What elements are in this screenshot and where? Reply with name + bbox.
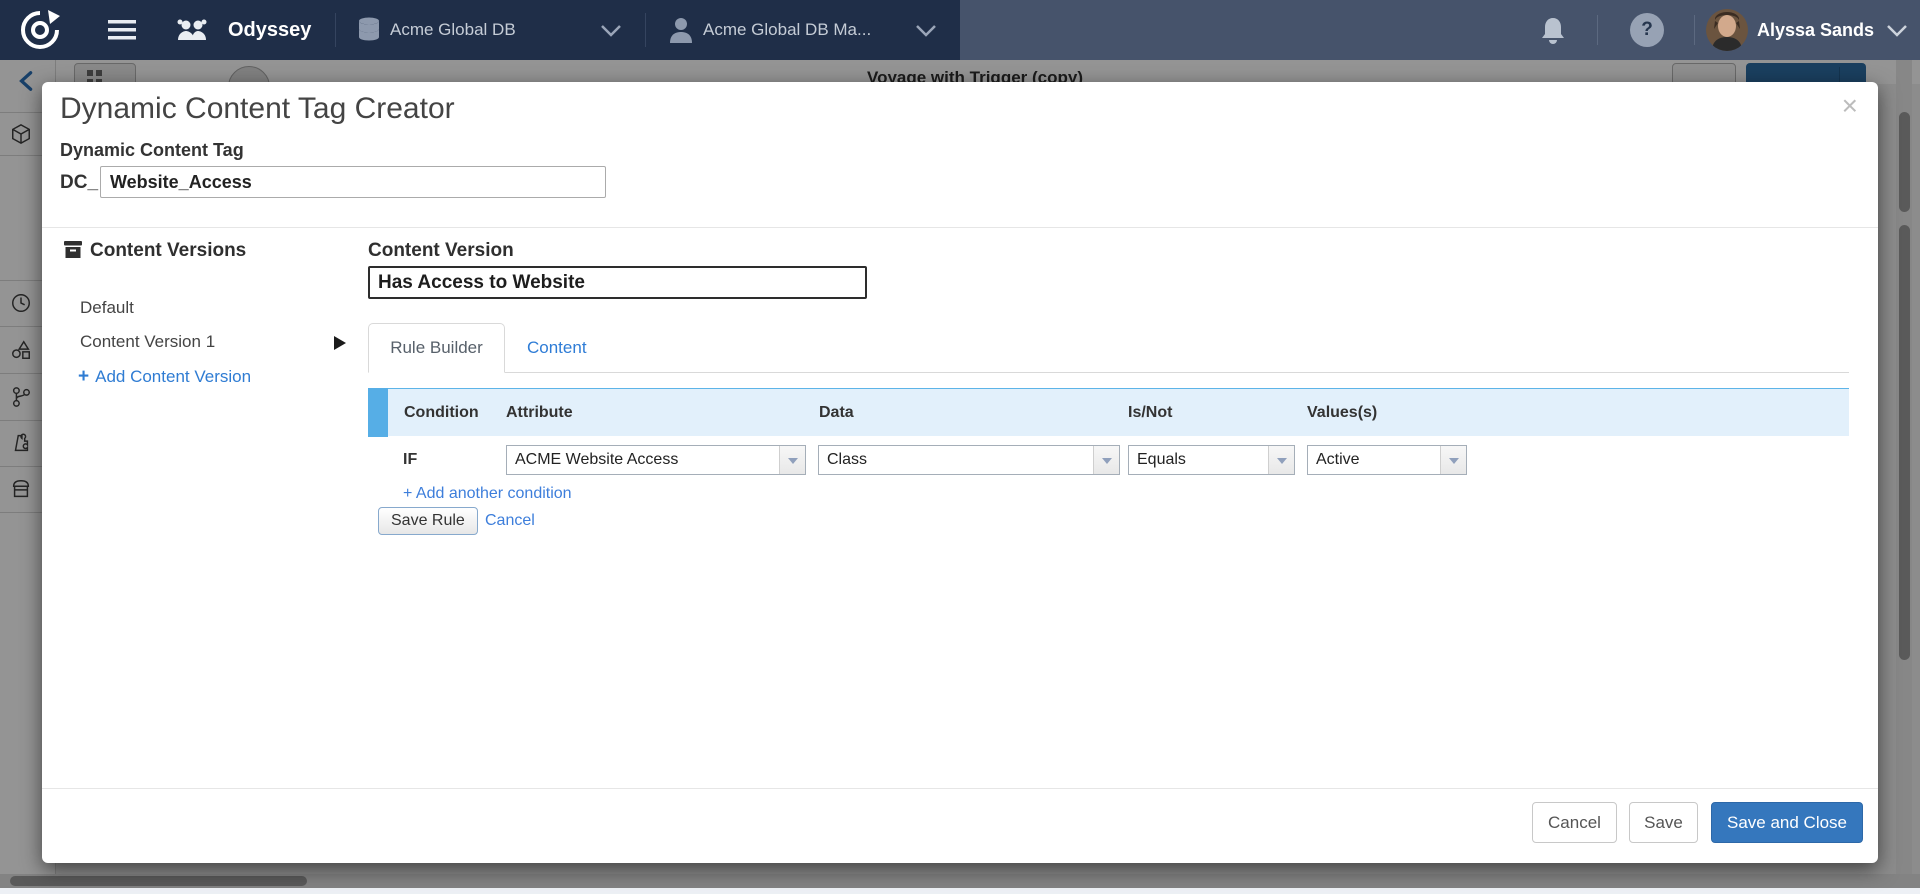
help-question-glyph: ? <box>1641 19 1653 40</box>
isnot-select-value: Equals <box>1137 446 1264 474</box>
isnot-select[interactable]: Equals <box>1128 445 1295 475</box>
attribute-select-value: ACME Website Access <box>515 446 775 474</box>
data-select-value: Class <box>827 446 1089 474</box>
audience-people-icon <box>176 18 208 42</box>
tag-name-input[interactable] <box>100 166 606 198</box>
close-icon[interactable]: × <box>1842 92 1858 120</box>
version-expand-arrow-icon[interactable] <box>334 336 346 350</box>
select-arrow-icon <box>1093 446 1119 474</box>
plus-icon: + <box>78 366 89 387</box>
select-arrow-icon <box>779 446 805 474</box>
person-icon <box>668 16 694 44</box>
rule-accent-bar <box>368 388 388 437</box>
database-selector[interactable]: Acme Global DB <box>350 0 645 60</box>
chevron-down-icon <box>915 24 937 38</box>
select-arrow-icon <box>1268 446 1294 474</box>
attribute-select[interactable]: ACME Website Access <box>506 445 806 475</box>
top-navigation-bar: Odyssey Acme Global DB Acme Global DB Ma… <box>0 0 1920 60</box>
add-another-condition-link[interactable]: + Add another condition <box>403 485 572 503</box>
condition-if-label: IF <box>403 445 417 475</box>
save-and-close-button[interactable]: Save and Close <box>1711 802 1863 843</box>
topbar-divider <box>645 13 646 47</box>
help-button[interactable]: ? <box>1630 13 1664 47</box>
column-header-values: Values(s) <box>1307 389 1377 437</box>
column-header-data: Data <box>819 389 854 437</box>
hamburger-menu-icon[interactable] <box>108 20 136 40</box>
database-selector-value: Acme Global DB <box>390 0 516 60</box>
dynamic-content-tag-creator-dialog: × Dynamic Content Tag Creator Dynamic Co… <box>42 82 1878 863</box>
bottom-status-strip <box>0 888 1920 894</box>
rule-builder-header-row: Condition Attribute Data Is/Not Values(s… <box>368 388 1849 436</box>
content-version-label: Content Version <box>368 240 514 262</box>
database-icon <box>358 17 380 43</box>
notifications-bell-icon[interactable] <box>1540 16 1566 46</box>
chevron-down-icon <box>1886 24 1908 38</box>
account-selector-value: Acme Global DB Ma... <box>703 0 871 60</box>
tag-prefix-label: DC_ <box>60 172 98 194</box>
dialog-title: Dynamic Content Tag Creator <box>60 92 455 126</box>
header-divider <box>42 227 1878 228</box>
tab-rule-builder[interactable]: Rule Builder <box>368 323 505 373</box>
values-select[interactable]: Active <box>1307 445 1467 475</box>
values-select-value: Active <box>1316 446 1436 474</box>
user-avatar <box>1706 9 1748 51</box>
version-item-1[interactable]: Content Version 1 <box>80 332 215 352</box>
archive-box-icon <box>64 241 82 258</box>
cancel-button[interactable]: Cancel <box>1532 802 1617 843</box>
topbar-divider <box>335 13 336 47</box>
column-header-attribute: Attribute <box>506 389 573 437</box>
user-menu[interactable]: Alyssa Sands <box>1704 0 1920 60</box>
user-name: Alyssa Sands <box>1757 0 1874 60</box>
topbar-divider <box>1694 15 1695 45</box>
rule-cancel-link[interactable]: Cancel <box>485 512 535 530</box>
account-selector[interactable]: Acme Global DB Ma... <box>656 0 960 60</box>
content-versions-header: Content Versions <box>64 240 246 262</box>
tag-name-label: Dynamic Content Tag <box>60 140 244 161</box>
add-content-version-label: Add Content Version <box>95 367 251 386</box>
add-content-version-link[interactable]: + Add Content Version <box>78 366 251 388</box>
content-versions-header-label: Content Versions <box>90 240 246 261</box>
app-logo-icon[interactable] <box>18 8 62 52</box>
chevron-down-icon <box>600 24 622 38</box>
save-button[interactable]: Save <box>1629 802 1698 843</box>
topbar-divider <box>1597 15 1598 45</box>
select-arrow-icon <box>1440 446 1466 474</box>
column-header-isnot: Is/Not <box>1128 389 1172 437</box>
data-select[interactable]: Class <box>818 445 1120 475</box>
save-rule-button[interactable]: Save Rule <box>378 507 478 535</box>
content-version-name-input[interactable] <box>368 266 867 299</box>
version-item-default[interactable]: Default <box>80 298 134 318</box>
tab-content[interactable]: Content <box>527 323 587 373</box>
product-name: Odyssey <box>228 0 311 60</box>
column-header-condition: Condition <box>404 389 479 437</box>
tabs-underline <box>368 372 1849 373</box>
footer-divider <box>42 788 1878 789</box>
